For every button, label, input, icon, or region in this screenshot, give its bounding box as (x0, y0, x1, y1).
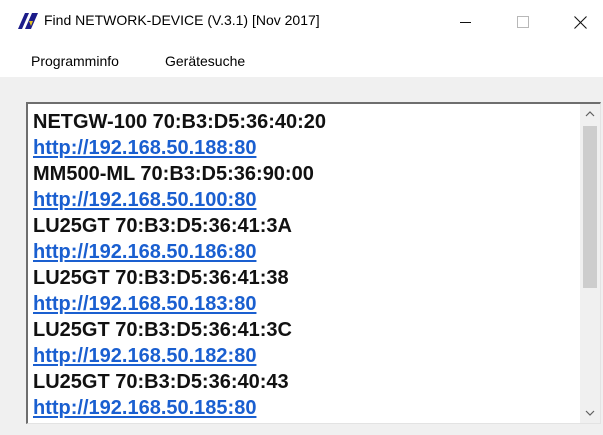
device-url-link[interactable]: http://192.168.50.183:80 (33, 291, 573, 317)
scroll-down-button[interactable] (580, 403, 600, 423)
scroll-up-button[interactable] (580, 104, 600, 124)
title-bar: Find NETWORK-DEVICE (V.3.1) [Nov 2017] (0, 0, 603, 44)
device-list[interactable]: NETGW-100 70:B3:D5:36:40:20 http://192.1… (26, 102, 601, 424)
device-url-link[interactable]: http://192.168.50.100:80 (33, 187, 573, 213)
close-icon (573, 15, 587, 29)
minimize-icon (459, 21, 471, 23)
window-title: Find NETWORK-DEVICE (V.3.1) [Nov 2017] (44, 12, 320, 28)
app-icon (18, 13, 38, 29)
close-button[interactable] (557, 0, 603, 44)
menu-bar: Programminfo Gerätesuche (0, 44, 603, 77)
device-entry[interactable]: NETGW-100 70:B3:D5:36:40:20 (33, 109, 573, 135)
device-url-link[interactable]: http://192.168.50.182:80 (33, 343, 573, 369)
device-url-link[interactable]: http://192.168.50.186:80 (33, 239, 573, 265)
scrollbar-thumb[interactable] (583, 126, 597, 288)
chevron-down-icon (585, 410, 595, 416)
device-url-link[interactable]: http://192.168.50.188:80 (33, 135, 573, 161)
device-list-content: NETGW-100 70:B3:D5:36:40:20 http://192.1… (33, 109, 573, 421)
minimize-button[interactable] (442, 0, 488, 44)
device-entry[interactable]: LU25GT 70:B3:D5:36:41:3A (33, 213, 573, 239)
device-entry[interactable]: LU25GT 70:B3:D5:36:41:38 (33, 265, 573, 291)
maximize-icon (517, 16, 529, 28)
device-entry[interactable]: MM500-ML 70:B3:D5:36:90:00 (33, 161, 573, 187)
maximize-button[interactable] (500, 0, 546, 44)
menu-item-geraetesuche[interactable]: Gerätesuche (165, 53, 245, 69)
device-entry[interactable]: LU25GT 70:B3:D5:36:41:3C (33, 317, 573, 343)
device-url-link[interactable]: http://192.168.50.185:80 (33, 395, 573, 421)
menu-item-programminfo[interactable]: Programminfo (31, 53, 119, 69)
device-entry[interactable]: LU25GT 70:B3:D5:36:40:43 (33, 369, 573, 395)
chevron-up-icon (585, 111, 595, 117)
vertical-scrollbar[interactable] (580, 104, 600, 423)
